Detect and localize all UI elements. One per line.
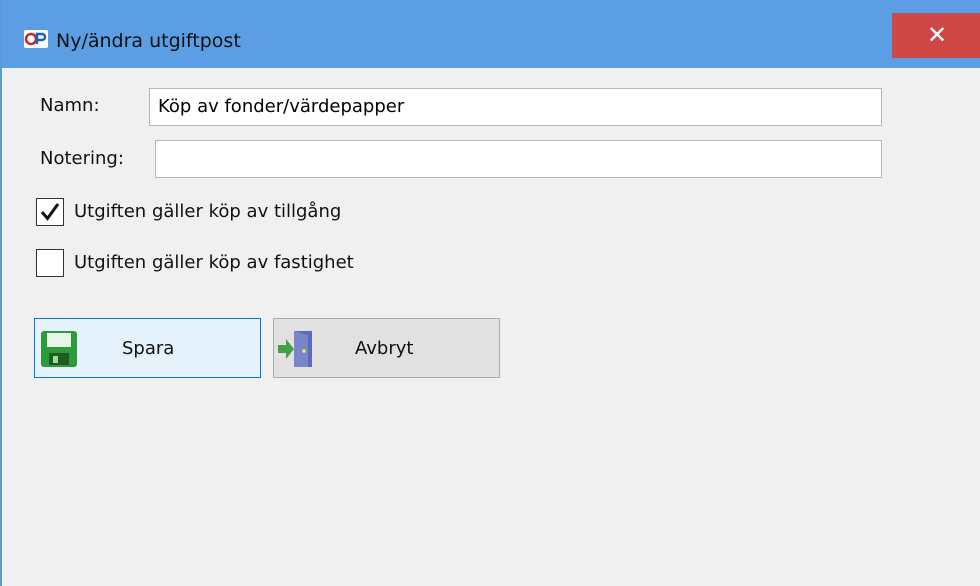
cancel-button[interactable]: Avbryt	[273, 318, 500, 378]
save-button[interactable]: Spara	[34, 318, 261, 378]
asset-purchase-checkbox[interactable]	[36, 198, 64, 226]
app-logo-icon	[24, 30, 48, 48]
cancel-label: Avbryt	[355, 338, 414, 359]
property-purchase-checkbox[interactable]	[36, 249, 64, 277]
save-label: Spara	[122, 338, 175, 359]
property-purchase-label: Utgiften gäller köp av fastighet	[74, 252, 354, 273]
close-icon: ✕	[926, 21, 948, 49]
asset-purchase-checkbox-row[interactable]: Utgiften gäller köp av tillgång	[36, 198, 436, 228]
title-bar[interactable]: Ny/ändra utgiftpost ✕	[2, 0, 980, 68]
name-field[interactable]: Köp av fonder/värdepapper	[149, 88, 882, 126]
dialog-window: Ny/ändra utgiftpost ✕ Namn: Köp av fonde…	[0, 0, 980, 586]
window-title: Ny/ändra utgiftpost	[56, 30, 241, 52]
name-label: Namn:	[40, 95, 100, 116]
close-button[interactable]: ✕	[892, 13, 980, 58]
note-label: Notering:	[40, 148, 124, 169]
exit-door-icon	[278, 331, 312, 367]
note-field[interactable]	[155, 140, 882, 178]
floppy-disk-icon	[41, 331, 77, 367]
property-purchase-checkbox-row[interactable]: Utgiften gäller köp av fastighet	[36, 249, 436, 279]
asset-purchase-label: Utgiften gäller köp av tillgång	[74, 201, 342, 222]
dialog-body: Namn: Köp av fonder/värdepapper Notering…	[2, 68, 980, 586]
checkmark-icon	[40, 203, 60, 221]
